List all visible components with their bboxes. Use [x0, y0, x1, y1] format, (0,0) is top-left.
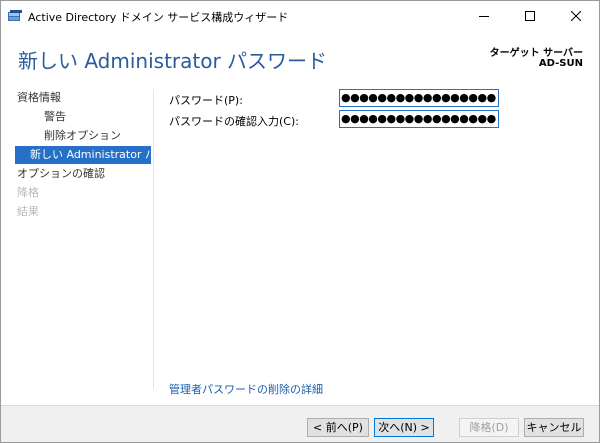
close-icon: [571, 11, 581, 21]
target-server-label: ターゲット サーバー: [489, 48, 583, 59]
previous-button[interactable]: < 前へ(P): [307, 418, 369, 437]
nav-item-review-options[interactable]: オプションの確認: [17, 165, 153, 183]
nav-divider: [153, 89, 154, 389]
minimize-icon: [479, 16, 489, 17]
title-bar[interactable]: Active Directory ドメイン サービス構成ウィザード: [1, 1, 599, 31]
nav-item-credentials[interactable]: 資格情報: [17, 89, 153, 107]
ad-ds-app-icon: [8, 10, 22, 21]
password-label: パスワード(P):: [169, 94, 243, 107]
window-title: Active Directory ドメイン サービス構成ウィザード: [28, 11, 289, 24]
confirm-password-field[interactable]: ●●●●●●●●●●●●●●●●●: [339, 110, 499, 128]
confirm-password-label: パスワードの確認入力(C):: [169, 115, 299, 128]
minimize-button[interactable]: [461, 1, 507, 31]
admin-password-help-link[interactable]: 管理者パスワードの削除の詳細: [169, 381, 323, 397]
nav-item-new-admin-password[interactable]: 新しい Administrator パス...: [15, 146, 151, 164]
nav-item-removal-options[interactable]: 削除オプション: [44, 127, 153, 145]
next-button[interactable]: 次へ(N) >: [374, 418, 434, 437]
wizard-button-bar: < 前へ(P) 次へ(N) > 降格(D) キャンセル: [1, 405, 599, 442]
maximize-button[interactable]: [507, 1, 553, 31]
nav-item-results: 結果: [17, 205, 39, 218]
nav-item-demotion: 降格: [17, 186, 39, 199]
wizard-content: 新しい Administrator パスワード ターゲット サーバー AD-SU…: [1, 31, 599, 405]
maximize-icon: [525, 11, 535, 21]
demote-button: 降格(D): [459, 418, 519, 437]
page-title: 新しい Administrator パスワード: [18, 49, 328, 73]
cancel-button[interactable]: キャンセル: [524, 418, 584, 437]
close-button[interactable]: [553, 1, 599, 31]
wizard-window: Active Directory ドメイン サービス構成ウィザード 新しい Ad…: [0, 0, 600, 443]
target-server-name: AD-SUN: [538, 58, 583, 69]
password-field[interactable]: ●●●●●●●●●●●●●●●●●: [339, 89, 499, 107]
nav-item-warnings[interactable]: 警告: [44, 108, 153, 126]
